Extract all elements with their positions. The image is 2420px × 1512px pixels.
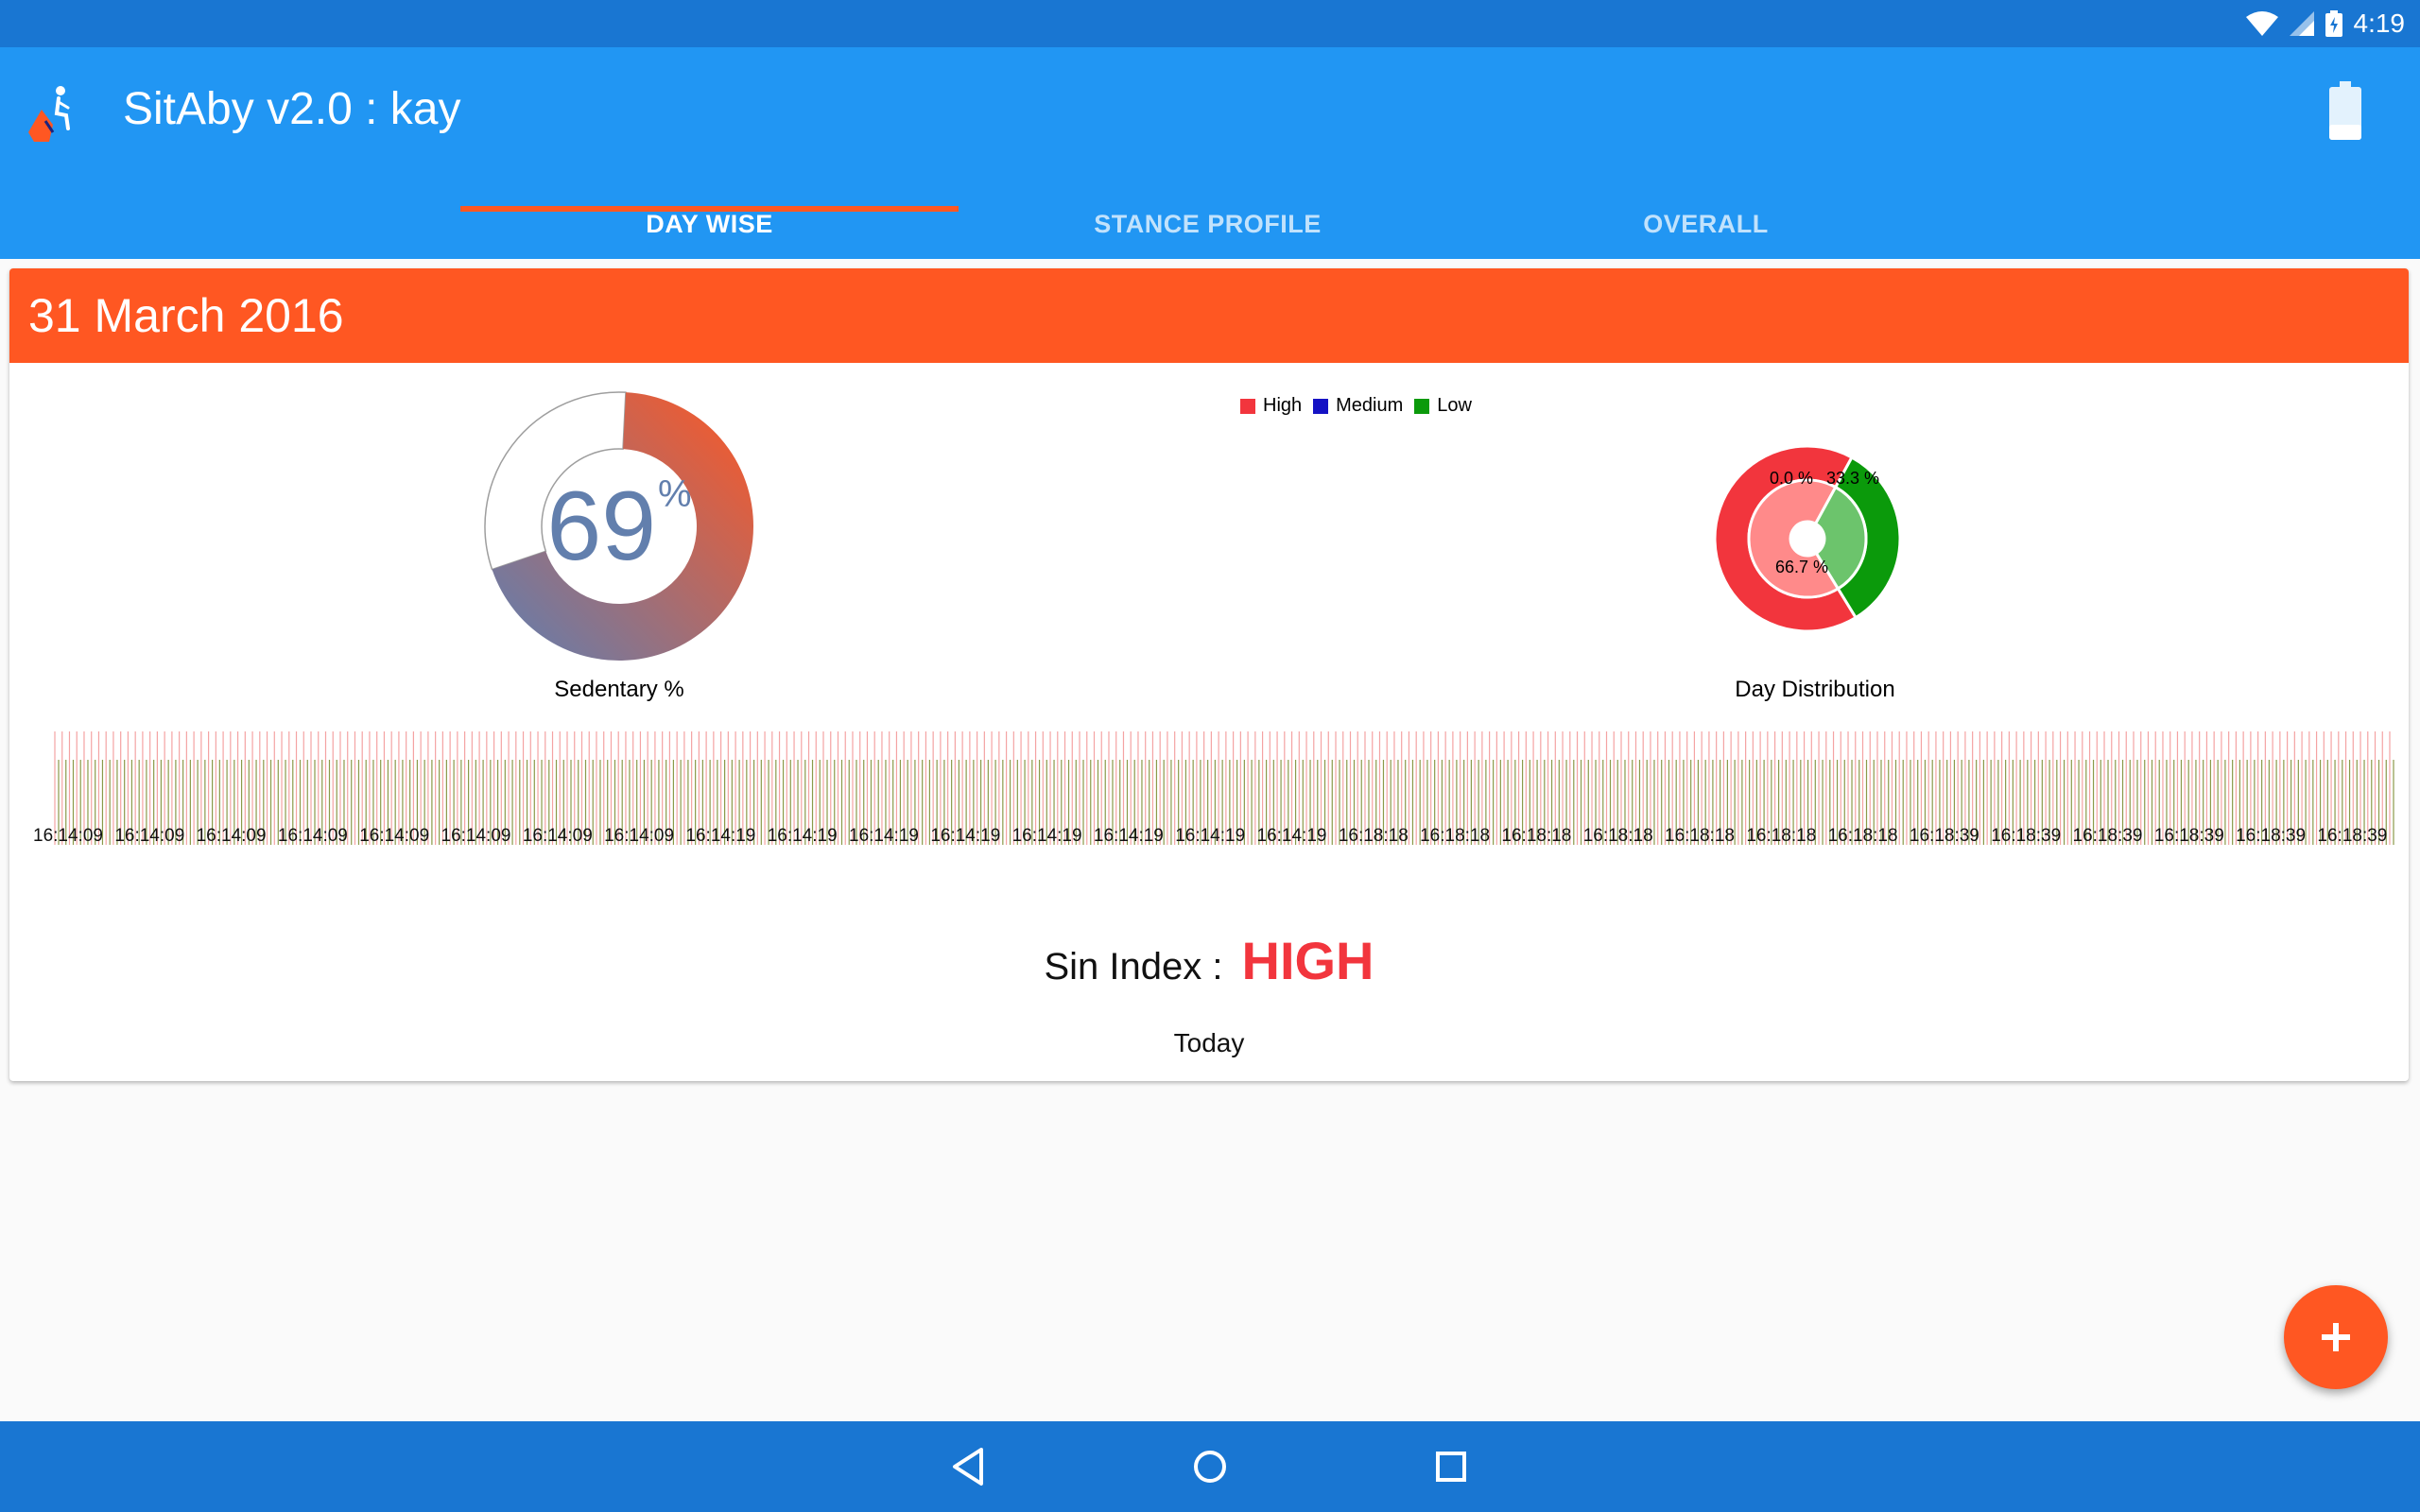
timeline-tick-label: 16:14:09 xyxy=(33,826,103,845)
day-card: 31 March 2016 69% Sedentary % High Mediu… xyxy=(9,268,2409,1081)
tab-overall[interactable]: OVERALL xyxy=(1457,189,1955,259)
distribution-label: Day Distribution xyxy=(1735,677,1895,702)
sitting-person-icon xyxy=(28,86,70,142)
timeline-tick-label: 16:18:39 xyxy=(1991,826,2061,845)
legend-item-high: High xyxy=(1240,395,1302,417)
cell-signal-icon xyxy=(2289,11,2314,36)
legend-item-medium: Medium xyxy=(1313,395,1403,417)
legend-item-low: Low xyxy=(1414,395,1472,417)
timeline-tick-label: 16:18:39 xyxy=(2154,826,2224,845)
timeline-tick-label: 16:18:18 xyxy=(1501,826,1571,845)
timeline-tick-label: 16:18:18 xyxy=(1828,826,1898,845)
app-title: SitAby v2.0 : kay xyxy=(123,84,461,134)
sin-index-value: HIGH xyxy=(1241,931,1374,990)
tab-indicator xyxy=(460,206,959,212)
sedentary-value: 69 xyxy=(546,472,657,581)
timeline-tick-label: 16:14:09 xyxy=(441,826,511,845)
legend-swatch xyxy=(1240,398,1255,414)
timeline-tick-label: 16:14:19 xyxy=(930,826,1000,845)
sedentary-unit: % xyxy=(658,472,692,515)
distribution-legend: High Medium Low xyxy=(1240,395,1483,417)
pie-data-label: 33.3 % xyxy=(1826,469,1879,488)
day-distribution-pie: 66.7 % 0.0 % 33.3 % xyxy=(1713,444,1902,633)
timeline-tick-label: 16:14:09 xyxy=(278,826,348,845)
tab-label: OVERALL xyxy=(1643,209,1769,238)
app-bar: SitAby v2.0 : kay DAY WISE STANCE PROFIL… xyxy=(0,47,2420,259)
battery-icon[interactable] xyxy=(2329,81,2361,140)
timeline-tick-label: 16:18:18 xyxy=(1339,826,1409,845)
timeline-tick-label: 16:18:18 xyxy=(1746,826,1816,845)
legend-label: Low xyxy=(1437,395,1472,416)
navigation-bar xyxy=(0,1421,2420,1512)
wifi-icon xyxy=(2245,11,2278,36)
timeline-tick-label: 16:14:09 xyxy=(604,826,674,845)
timeline-tick-label: 16:14:09 xyxy=(114,826,184,845)
timeline-tick-label: 16:14:19 xyxy=(685,826,755,845)
home-icon[interactable] xyxy=(1182,1438,1238,1495)
plus-icon xyxy=(2322,1323,2350,1351)
timeline-tick-label: 16:14:19 xyxy=(768,826,838,845)
tab-day-wise[interactable]: DAY WISE xyxy=(460,189,959,259)
sin-index-row: Sin Index : HIGH xyxy=(9,930,2409,991)
tab-label: STANCE PROFILE xyxy=(1094,209,1322,238)
tab-bar: DAY WISE STANCE PROFILE OVERALL xyxy=(0,189,2420,259)
day-distribution-svg: 66.7 % 0.0 % 33.3 % xyxy=(1713,444,1902,633)
timeline-tick-label: 16:18:39 xyxy=(2073,826,2143,845)
recents-icon[interactable] xyxy=(1423,1438,1479,1495)
status-icons: 4:19 xyxy=(2245,8,2406,40)
period-label: Today xyxy=(1173,1028,1245,1057)
sin-index-label: Sin Index : xyxy=(1044,946,1223,988)
legend-swatch xyxy=(1414,398,1430,414)
battery-charging-icon xyxy=(2325,10,2342,37)
activity-timeline-chart: 16:14:09 16:14:09 16:14:09 16:14:09 16:14:09… xyxy=(33,731,2394,845)
card-header: 31 March 2016 xyxy=(9,268,2409,363)
timeline-tick-label: 16:18:18 xyxy=(1583,826,1653,845)
legend-label: Medium xyxy=(1336,395,1404,416)
timeline-tick-label: 16:14:19 xyxy=(1012,826,1082,845)
add-button[interactable] xyxy=(2284,1285,2388,1389)
timeline-tick-label: 16:18:39 xyxy=(2236,826,2306,845)
timeline-tick-label: 16:14:09 xyxy=(359,826,429,845)
sedentary-donut-chart: 69% xyxy=(482,389,756,663)
sedentary-label: Sedentary % xyxy=(554,677,684,702)
timeline-tick-label: 16:14:19 xyxy=(1257,826,1327,845)
donut-center: 69% xyxy=(482,389,756,663)
legend-label: High xyxy=(1263,395,1303,416)
timeline-tick-label: 16:14:19 xyxy=(1094,826,1164,845)
back-icon[interactable] xyxy=(942,1438,998,1495)
status-bar: 4:19 xyxy=(0,0,2420,47)
timeline-tick-label: 16:14:09 xyxy=(197,826,267,845)
status-time: 4:19 xyxy=(2353,9,2406,38)
timeline-tick-label: 16:18:18 xyxy=(1665,826,1735,845)
timeline-tick-label: 16:18:39 xyxy=(1910,826,1979,845)
legend-swatch xyxy=(1313,398,1329,414)
timeline-tick-label: 16:14:19 xyxy=(1175,826,1245,845)
tab-stance-profile[interactable]: STANCE PROFILE xyxy=(959,189,1457,259)
card-date: 31 March 2016 xyxy=(28,289,344,342)
timeline-tick-label: 16:18:39 xyxy=(2317,826,2387,845)
timeline-tick-label: 16:18:18 xyxy=(1420,826,1490,845)
tab-label: DAY WISE xyxy=(646,209,773,238)
pie-data-label: 0.0 % xyxy=(1770,469,1813,488)
timeline-tick-label: 16:14:19 xyxy=(849,826,919,845)
pie-data-label: 66.7 % xyxy=(1775,558,1828,576)
timeline-tick-label: 16:14:09 xyxy=(523,826,593,845)
